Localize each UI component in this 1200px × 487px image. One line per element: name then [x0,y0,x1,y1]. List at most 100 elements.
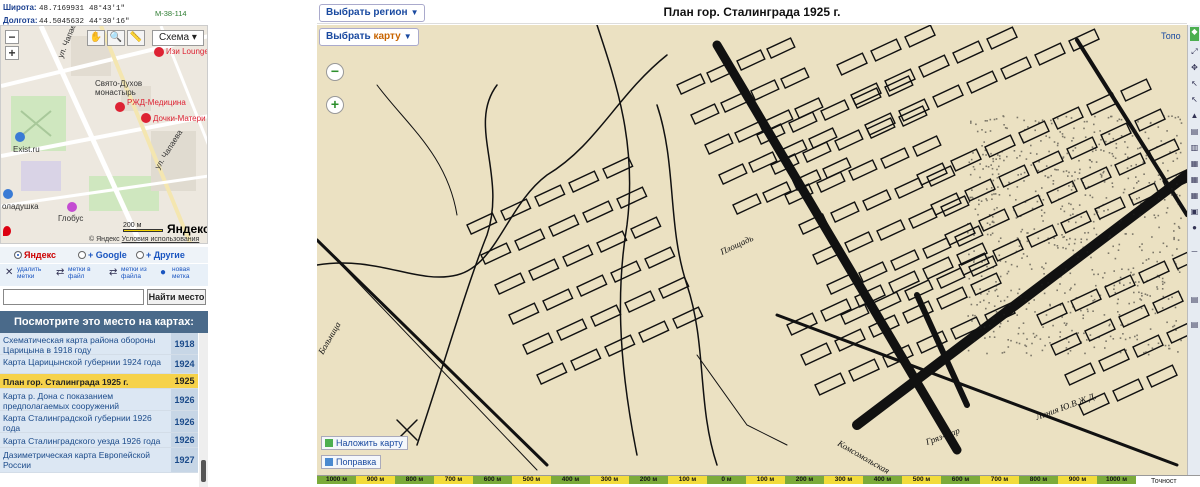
overlay-map-label: Наложить карту [336,438,403,448]
pointer-alt-icon[interactable]: ↖ [1190,95,1199,104]
map-list-item[interactable]: Карта р. Дона с показанием предполагаемы… [0,389,198,411]
map-type-dropdown[interactable]: Схема ▾ [152,30,204,46]
map-list-item-title: Дазиметрическая карта Европейской России [3,450,151,470]
map-list-item[interactable]: Дазиметрическая карта Европейской России… [0,448,198,473]
topo-layer-link[interactable]: Топо [1161,31,1181,41]
yandex-minimap[interactable]: − + ✋ 🔍 📏 Схема ▾ Изи Lounge Свято-Духов… [0,25,208,244]
chevron-down-icon: ▾ [191,32,197,43]
scale-segment-label: 200 м [629,476,668,484]
lounge-poi-icon[interactable] [154,47,164,57]
zoom-in-button[interactable]: + [326,96,344,114]
compare-icon[interactable]: ▦ [1190,159,1199,168]
select-map-button[interactable]: Выбрать карту ▼ [319,28,419,46]
scale-segment-label: 700 м [434,476,473,484]
pan-icon[interactable]: ✥ [1190,63,1199,72]
magnifier-tool-icon[interactable]: 🔍 [107,30,125,46]
yandex-logo: Яндекс [167,222,208,236]
ruler-tool-icon[interactable]: 📏 [127,30,145,46]
scale-segment-label: 900 м [1058,476,1097,484]
minimap-scale: 200 м [123,222,163,232]
shop-poi-icon[interactable] [141,113,151,123]
map-list-item-year: 1925 [171,374,198,388]
map-list-item[interactable]: Схематическая карта района обороны Цариц… [0,333,198,355]
overlay-icon [325,439,333,447]
map-list-item[interactable]: План гор. Сталинграда 1925 г. 1925 [0,374,198,389]
map-list-item-year: 1918 [171,333,198,354]
minimap-label: Свято-Духов монастырь [95,79,143,97]
scale-segment-label: 500 м [902,476,941,484]
copyright-text: © Яндекс [89,236,120,243]
scale-segment-label: 100 м [668,476,707,484]
place-search-input[interactable] [3,289,144,305]
edit-correction-button[interactable]: Поправка [321,455,382,469]
provider-radio-yandex[interactable]: Яндекс [14,247,56,263]
minimap-zoom-out-button[interactable]: − [5,30,19,44]
info-icon[interactable]: ● [1190,223,1199,232]
map-list-item-title: План гор. Сталинграда 1925 г. [3,377,129,387]
book-icon[interactable]: ▥ [1190,143,1199,152]
radio-unselected-icon [136,251,144,259]
medicine-poi-icon[interactable] [115,102,125,112]
scale-segment-label: 100 м [746,476,785,484]
right-vertical-toolbar: ◆ ⤢ ✥ ↖ ↖ ▲ ▤ ▥ ▦ ▦ ▦ ▣ ● ─ ▤ ▤ [1187,25,1200,475]
list-icon[interactable]: ▤ [1190,295,1199,304]
scale-segment-label: 700 м [980,476,1019,484]
minimap-attribution: © Яндекс Условия использования [89,236,199,243]
latitude-value: 48.7169931 [39,5,85,13]
maps-list-header: Посмотрите это место на картах: [0,311,208,333]
settings-icon[interactable]: ▣ [1190,207,1199,216]
scale-segment-label: 500 м [512,476,551,484]
globus-poi-icon[interactable] [67,202,77,212]
minimap-label: Дочки-Матери [153,114,206,123]
map-provider-radio-group: Яндекс + Google + Другие [0,247,208,263]
panel-icon[interactable]: ▤ [1190,320,1199,329]
action-label: новая метка [172,266,190,280]
layers-toggle-icon[interactable]: ◆ [1190,27,1199,41]
provider-radio-other[interactable]: + Другие [136,247,185,263]
left-panel: Широта: 48.7169931 48°43'1" Долгота:44.504… [0,0,210,487]
marker-icon[interactable]: ▲ [1190,111,1199,120]
latitude-dms: 48°43'1" [89,5,126,13]
find-place-button[interactable]: Найти место [147,289,206,305]
fullscreen-icon[interactable]: ⤢ [1190,47,1199,56]
dash-icon[interactable]: ─ [1190,247,1199,256]
historical-map-view[interactable]: Больница Площадь Линия Ю.В.Ж.Д. Комсомол… [317,25,1187,475]
accuracy-label: Точност [1151,478,1177,485]
map-list-item-title: Карта Сталинградской губернии 1926 года [3,413,152,433]
overlay-map-button[interactable]: Наложить карту [321,436,408,450]
maps-list-scroll-thumb[interactable] [201,460,206,482]
map-list-item[interactable]: Карта Сталинградского уезда 1926 года 192… [0,433,198,448]
minimap-label: Глобус [58,214,84,223]
location-pin-icon [3,226,11,236]
pointer-icon[interactable]: ↖ [1190,79,1199,88]
minimap-label: Exist.ru [13,145,40,154]
select-region-label: Выбрать регион [326,7,408,18]
caret-down-icon: ▼ [410,8,419,17]
hand-tool-icon[interactable]: ✋ [87,30,105,46]
exist-poi-icon[interactable] [15,132,25,142]
map-titlebar: План гор. Сталинграда 1925 г. Выбрать ре… [317,0,1187,24]
scale-segment-label: 800 м [395,476,434,484]
select-region-button[interactable]: Выбрать регион ▼ [319,4,426,22]
scale-segment-label: 400 м [551,476,590,484]
map-1925-drawing: Больница Площадь Линия Ю.В.Ж.Д. Комсомол… [317,25,1187,475]
map-list-item[interactable]: Карта Царицынской губернии 1924 года 1924 [0,355,198,374]
radio-unselected-icon [78,251,86,259]
map-list-item-title: Карта Сталинградского уезда 1926 года [3,436,161,446]
grid-alt-icon[interactable]: ▦ [1190,191,1199,200]
provider-radio-google[interactable]: + Google [78,247,127,263]
scale-segment-label: 900 м [356,476,395,484]
zoom-out-button[interactable]: − [326,63,344,81]
terms-link[interactable]: Условия использования [122,236,200,243]
document-icon[interactable]: ▤ [1190,127,1199,136]
cafe-poi-icon[interactable] [3,189,13,199]
minimap-label: оладушка [2,202,39,211]
map-list-item[interactable]: Карта Сталинградской губернии 1926 года 1… [0,411,198,433]
latitude-label: Широта: [3,3,37,12]
map-list-item-year: 1926 [171,433,198,447]
map-list-item-year: 1926 [171,411,198,432]
minimap-zoom-in-button[interactable]: + [5,46,19,60]
map-list-item-title: Карта р. Дона с показанием предполагаемы… [3,391,119,411]
grid-icon[interactable]: ▦ [1190,175,1199,184]
map-title: План гор. Сталинграда 1925 г. [663,5,841,19]
